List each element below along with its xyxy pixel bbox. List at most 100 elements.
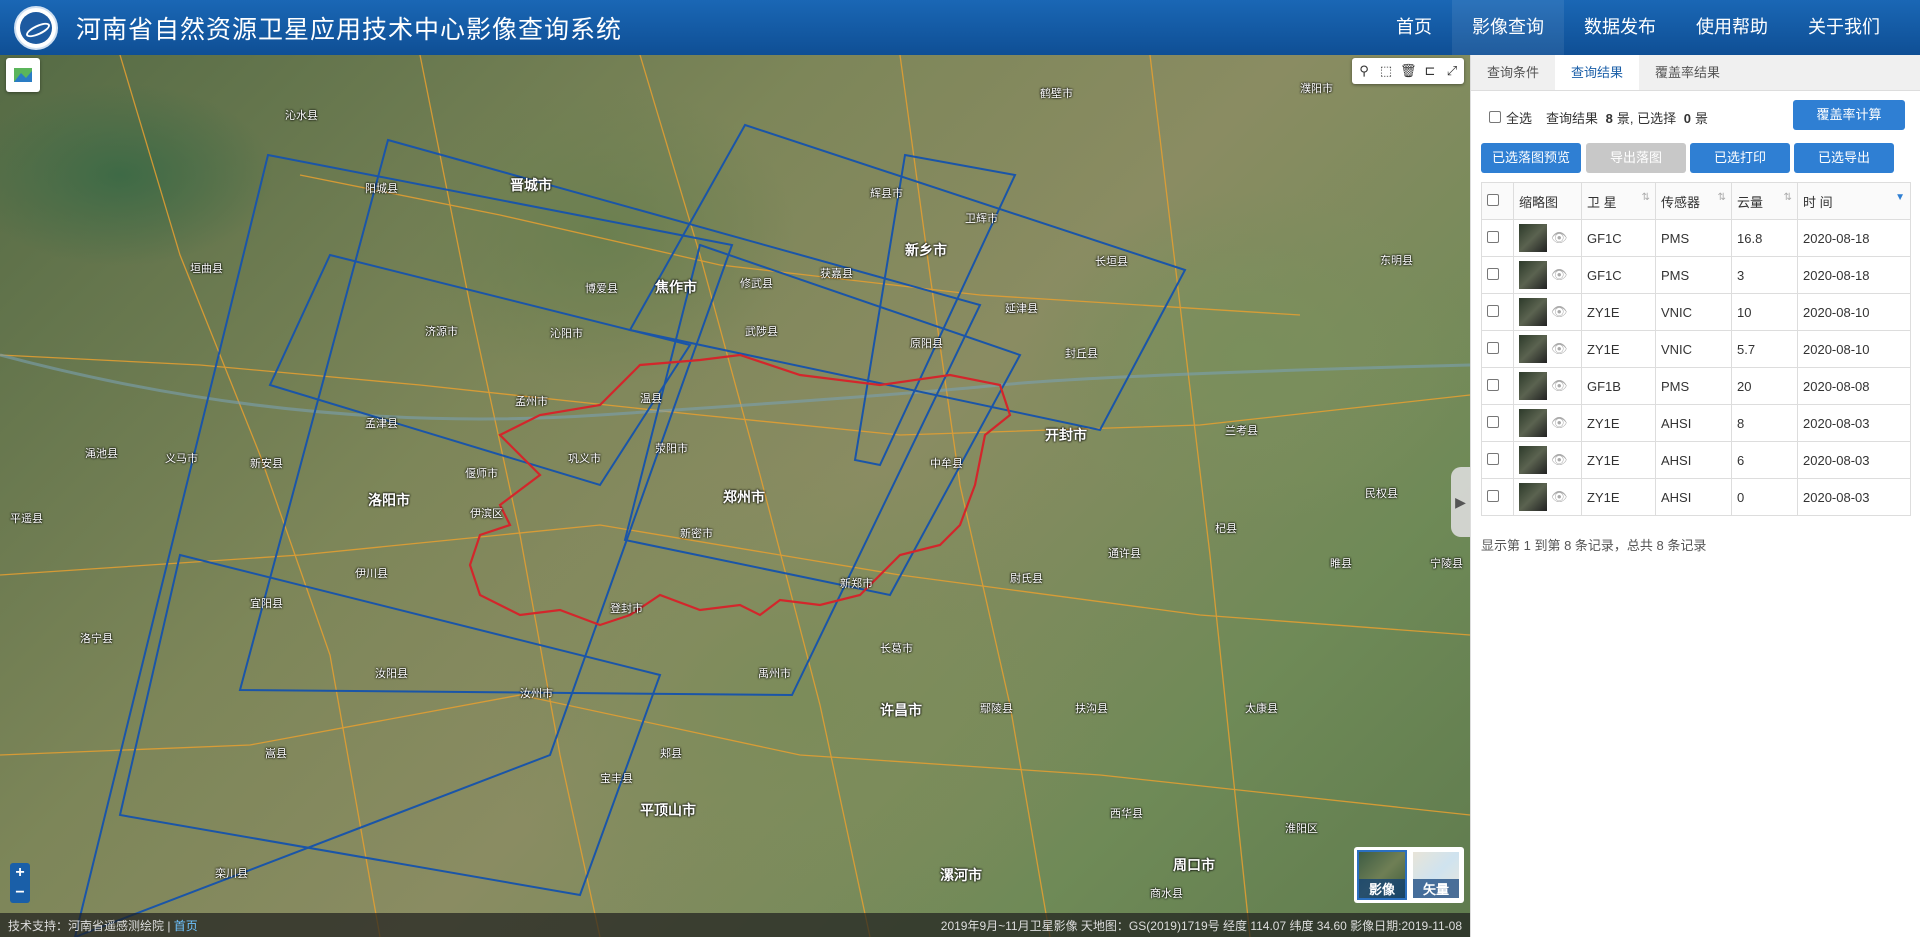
layers-icon bbox=[14, 68, 32, 82]
table-row[interactable]: 👁 GF1B PMS 20 2020-08-08 bbox=[1481, 367, 1911, 405]
table-row[interactable]: 👁 GF1C PMS 3 2020-08-18 bbox=[1481, 256, 1911, 294]
results-table: 缩略图 卫 星 ⇅ 传感器 ⇅ 云量 ⇅ 时 间 ▼ 👁 GF1C PMS 16.8 2020-… bbox=[1481, 182, 1911, 516]
col-satellite[interactable]: 卫 星 ⇅ bbox=[1581, 182, 1656, 220]
footer-status: 2019年9月~11月卫星影像 天地图：GS(2019)1719号 经度 114… bbox=[940, 918, 1462, 933]
row-checkbox[interactable] bbox=[1487, 304, 1499, 317]
place-label: 武陟县 bbox=[745, 326, 778, 338]
row-checkbox[interactable] bbox=[1487, 452, 1499, 465]
fullscreen-icon[interactable]: ⤢ bbox=[1444, 63, 1460, 79]
satellite-cell: ZY1E bbox=[1581, 404, 1656, 442]
place-label: 沁阳市 bbox=[550, 328, 583, 340]
row-checkbox[interactable] bbox=[1487, 415, 1499, 428]
header-checkbox[interactable] bbox=[1487, 193, 1499, 206]
place-label: 新郑市 bbox=[840, 578, 873, 590]
footer-home-link[interactable]: 首页 bbox=[174, 919, 198, 933]
nav-home[interactable]: 首页 bbox=[1376, 0, 1452, 55]
satellite-cell: ZY1E bbox=[1581, 330, 1656, 368]
result-prefix: 查询结果 bbox=[1546, 110, 1599, 126]
delete-icon[interactable]: 🗑 bbox=[1400, 63, 1417, 79]
eye-icon[interactable]: 👁 bbox=[1551, 489, 1568, 505]
table-row[interactable]: 👁 ZY1E AHSI 0 2020-08-03 bbox=[1481, 478, 1911, 516]
col-cloud[interactable]: 云量 ⇅ bbox=[1731, 182, 1798, 220]
place-label: 洛宁县 bbox=[80, 633, 113, 645]
row-checkbox[interactable] bbox=[1487, 489, 1499, 502]
place-label: 封丘县 bbox=[1065, 348, 1098, 360]
place-label: 尉氏县 bbox=[1010, 573, 1043, 585]
eye-icon[interactable]: 👁 bbox=[1551, 341, 1568, 357]
select-icon[interactable]: ⬚ bbox=[1378, 63, 1394, 79]
sort-icon: ⇅ bbox=[1641, 191, 1650, 203]
place-label: 新密市 bbox=[680, 528, 713, 540]
place-label: 商水县 bbox=[1150, 888, 1183, 900]
sensor-cell: PMS bbox=[1655, 256, 1732, 294]
zoom-out-button[interactable]: − bbox=[10, 883, 30, 903]
cloud-cell: 3 bbox=[1731, 256, 1798, 294]
eye-icon[interactable]: 👁 bbox=[1551, 452, 1568, 468]
result-count: 8 bbox=[1605, 110, 1613, 126]
eye-icon[interactable]: 👁 bbox=[1551, 304, 1568, 320]
export-fall-button[interactable]: 导出落图 bbox=[1586, 143, 1686, 173]
date-cell: 2020-08-03 bbox=[1797, 404, 1911, 442]
thumbnail[interactable] bbox=[1519, 335, 1547, 363]
row-checkbox[interactable] bbox=[1487, 341, 1499, 354]
city-label: 新乡市 bbox=[905, 242, 947, 258]
row-checkbox-cell bbox=[1481, 330, 1514, 368]
nav-help[interactable]: 使用帮助 bbox=[1676, 0, 1788, 55]
basemap-imagery[interactable]: 影像 bbox=[1357, 850, 1407, 900]
basemap-vector[interactable]: 矢量 bbox=[1411, 850, 1461, 900]
nav-about[interactable]: 关于我们 bbox=[1788, 0, 1900, 55]
satellite-cell: ZY1E bbox=[1581, 478, 1656, 516]
thumbnail[interactable] bbox=[1519, 409, 1547, 437]
thumbnail[interactable] bbox=[1519, 372, 1547, 400]
marker-icon[interactable]: ⚲ bbox=[1356, 63, 1372, 79]
eye-icon[interactable]: 👁 bbox=[1551, 415, 1568, 431]
row-checkbox[interactable] bbox=[1487, 230, 1499, 243]
place-label: 禹州市 bbox=[758, 668, 791, 680]
cloud-cell: 5.7 bbox=[1731, 330, 1798, 368]
row-checkbox[interactable] bbox=[1487, 378, 1499, 391]
col-date[interactable]: 时 间 ▼ bbox=[1797, 182, 1911, 220]
cloud-cell: 6 bbox=[1731, 441, 1798, 479]
nav-data-publish[interactable]: 数据发布 bbox=[1564, 0, 1676, 55]
measure-icon[interactable]: ⊏ bbox=[1422, 63, 1438, 79]
tab-coverage-results[interactable]: 覆盖率结果 bbox=[1639, 55, 1736, 90]
col-sensor[interactable]: 传感器 ⇅ bbox=[1655, 182, 1732, 220]
table-row[interactable]: 👁 GF1C PMS 16.8 2020-08-18 bbox=[1481, 219, 1911, 257]
map-view[interactable]: 晋城市 焦作市 新乡市 洛阳市 郑州市 开封市 许昌市 平顶山市 漯河市 周口市 济源市 孟津县 伊川县… bbox=[0, 55, 1470, 937]
date-cell: 2020-08-03 bbox=[1797, 441, 1911, 479]
place-label: 嵩县 bbox=[265, 748, 287, 760]
print-selected-button[interactable]: 已选打印 bbox=[1690, 143, 1790, 173]
export-selected-button[interactable]: 已选导出 bbox=[1794, 143, 1894, 173]
place-label: 垣曲县 bbox=[190, 263, 223, 275]
coverage-calc-button[interactable]: 覆盖率计算 bbox=[1793, 100, 1905, 130]
table-row[interactable]: 👁 ZY1E VNIC 5.7 2020-08-10 bbox=[1481, 330, 1911, 368]
table-row[interactable]: 👁 ZY1E VNIC 10 2020-08-10 bbox=[1481, 293, 1911, 331]
table-row[interactable]: 👁 ZY1E AHSI 8 2020-08-03 bbox=[1481, 404, 1911, 442]
thumbnail[interactable] bbox=[1519, 446, 1547, 474]
eye-icon[interactable]: 👁 bbox=[1551, 378, 1568, 394]
row-checkbox[interactable] bbox=[1487, 267, 1499, 280]
select-all-checkbox[interactable] bbox=[1489, 111, 1501, 123]
sort-desc-icon: ▼ bbox=[1895, 191, 1905, 203]
thumbnail[interactable] bbox=[1519, 261, 1547, 289]
thumbnail-cell: 👁 bbox=[1513, 219, 1582, 257]
eye-icon[interactable]: 👁 bbox=[1551, 230, 1568, 246]
panel-collapse-button[interactable]: ▶ bbox=[1451, 467, 1470, 537]
tab-query-conditions[interactable]: 查询条件 bbox=[1471, 55, 1555, 90]
thumbnail[interactable] bbox=[1519, 298, 1547, 326]
thumbnail-cell: 👁 bbox=[1513, 404, 1582, 442]
nav-image-query[interactable]: 影像查询 bbox=[1452, 0, 1564, 55]
zoom-in-button[interactable]: + bbox=[10, 863, 30, 883]
place-label: 濮阳市 bbox=[1300, 83, 1333, 95]
city-label: 洛阳市 bbox=[368, 492, 410, 508]
preview-selected-button[interactable]: 已选落图预览 bbox=[1481, 143, 1581, 173]
place-label: 栾川县 bbox=[215, 868, 248, 880]
thumbnail[interactable] bbox=[1519, 483, 1547, 511]
place-label: 新安县 bbox=[250, 458, 283, 470]
thumbnail[interactable] bbox=[1519, 224, 1547, 252]
tab-query-results[interactable]: 查询结果 bbox=[1555, 55, 1640, 90]
eye-icon[interactable]: 👁 bbox=[1551, 267, 1568, 283]
layer-switch-button[interactable] bbox=[6, 58, 40, 92]
table-row[interactable]: 👁 ZY1E AHSI 6 2020-08-03 bbox=[1481, 441, 1911, 479]
sensor-cell: VNIC bbox=[1655, 330, 1732, 368]
